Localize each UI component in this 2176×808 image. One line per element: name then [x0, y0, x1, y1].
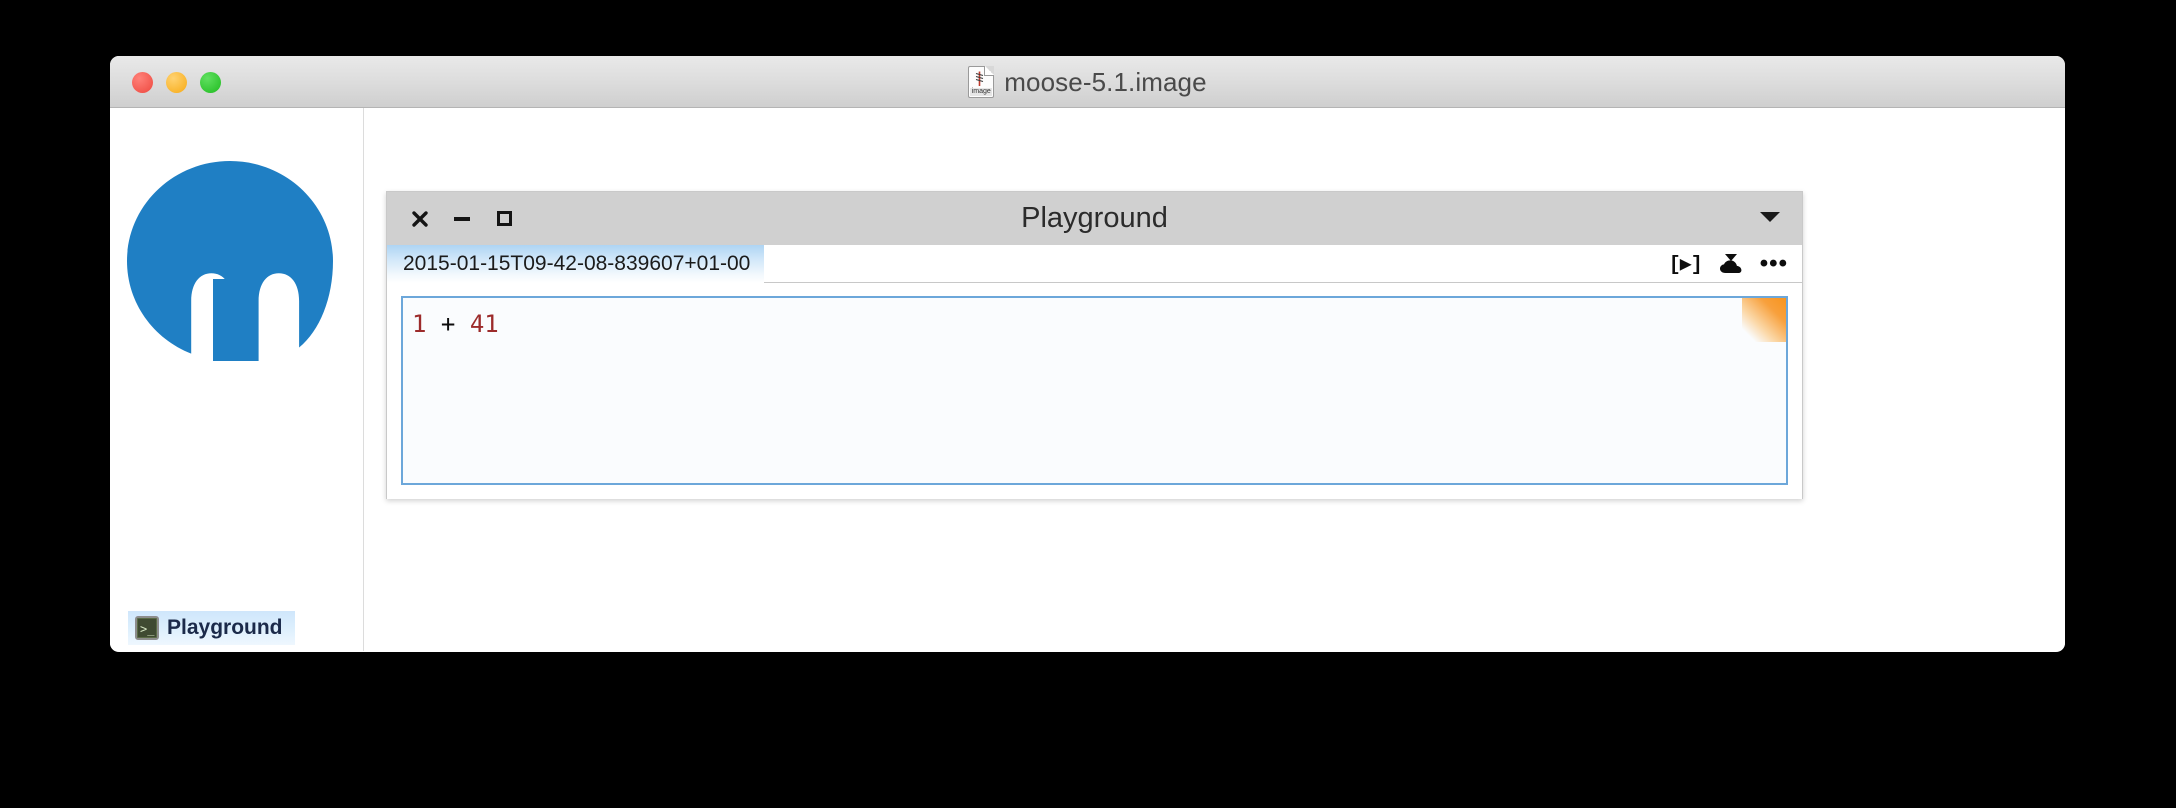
- image-file-icon-label: image: [970, 88, 993, 96]
- playground-titlebar[interactable]: Playground: [387, 192, 1802, 245]
- publish-to-cloud-button[interactable]: [1718, 251, 1744, 277]
- moose-logo: [127, 161, 333, 361]
- squiggle-glyph: [976, 71, 984, 86]
- playground-window: Playground 2015-01-15T09-42-08-839607+01…: [386, 191, 1803, 499]
- playground-title: Playground: [1021, 202, 1168, 234]
- more-options-button[interactable]: •••: [1760, 252, 1788, 276]
- taskbar-item-playground[interactable]: >_ Playground: [128, 611, 295, 645]
- image-file-icon: image: [968, 66, 995, 98]
- os-window-title: moose-5.1.image: [1004, 66, 1207, 97]
- code-token-operator: +: [426, 310, 470, 338]
- code-text[interactable]: 1 + 41: [403, 298, 1786, 339]
- world-vertical-divider: [363, 108, 364, 651]
- tab-label: 2015-01-15T09-42-08-839607+01-00: [403, 252, 751, 275]
- code-editor[interactable]: 1 + 41: [401, 296, 1788, 485]
- playground-body: 1 + 41: [387, 283, 1802, 499]
- code-token-number-1: 1: [412, 310, 427, 338]
- terminal-prompt-glyph: >_: [140, 622, 155, 636]
- do-it-button[interactable]: [▶]: [1669, 251, 1703, 277]
- cloud-publish-icon: [1719, 254, 1742, 273]
- playground-menu-chevron-down-icon[interactable]: [1760, 212, 1780, 222]
- taskbar-item-label: Playground: [167, 616, 283, 639]
- os-title-group: image moose-5.1.image: [110, 56, 2065, 108]
- playground-tab-tools: [▶] •••: [1669, 245, 1788, 283]
- code-token-number-2: 41: [469, 310, 499, 338]
- pharo-world[interactable]: Playground 2015-01-15T09-42-08-839607+01…: [110, 108, 2065, 651]
- pharo-taskbar: >_ Playground: [110, 605, 2065, 651]
- os-titlebar[interactable]: image moose-5.1.image: [110, 56, 2065, 108]
- tab-playground-page[interactable]: 2015-01-15T09-42-08-839607+01-00: [387, 245, 765, 283]
- terminal-icon: >_: [135, 616, 159, 640]
- playground-tabbar: 2015-01-15T09-42-08-839607+01-00 [▶] •••: [387, 245, 1802, 283]
- os-window: image moose-5.1.image Playground 2015-01…: [110, 56, 2065, 652]
